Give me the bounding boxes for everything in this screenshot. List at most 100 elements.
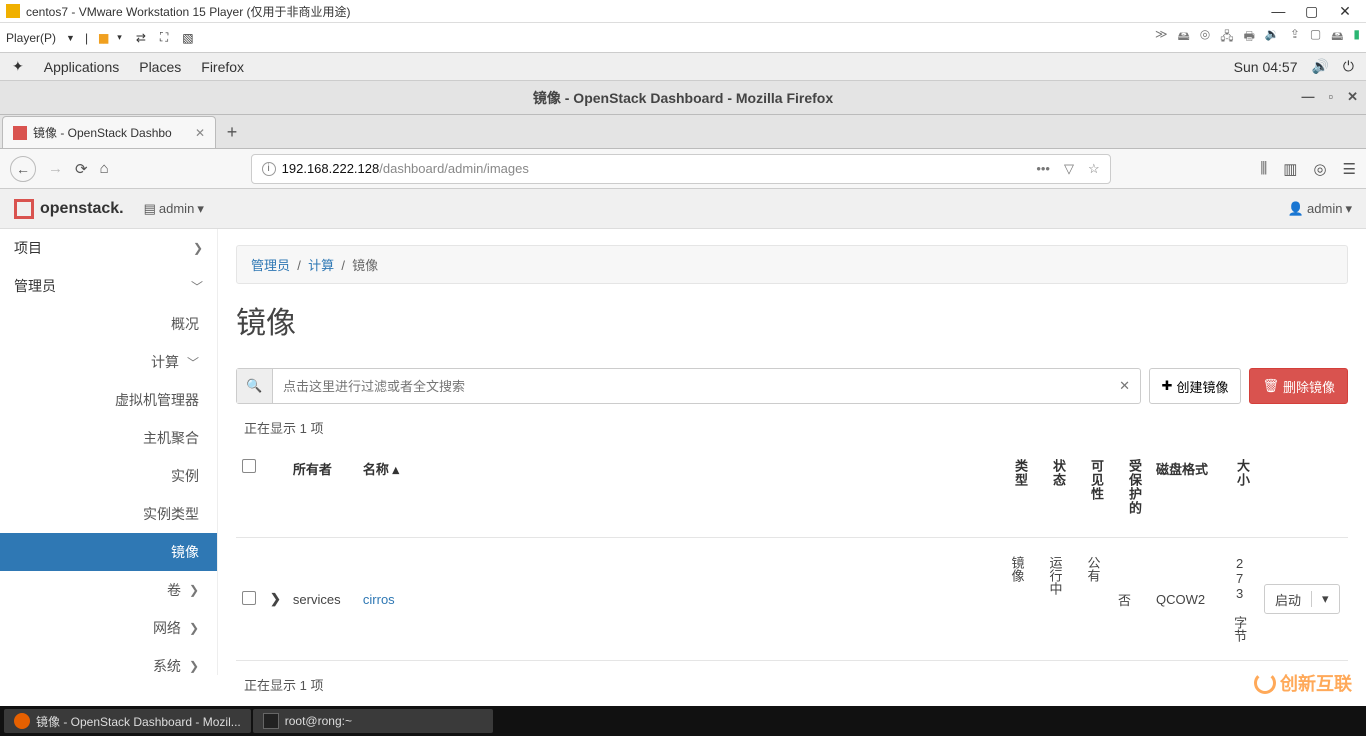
network-icon[interactable]: 🖧 [1220,27,1233,48]
activities-icon[interactable]: ✦ [12,58,24,75]
expand-row-icon[interactable]: ❯ [270,591,281,606]
create-image-button[interactable]: ✚ 创建镜像 [1149,368,1242,404]
clock[interactable]: Sun 04:57 [1234,59,1298,75]
col-name-label: 名称 [363,462,389,477]
chevron-right-icon: ❯ [193,241,203,255]
url-bar[interactable]: i 192.168.222.128/dashboard/admin/images… [251,154,1111,184]
usb-icon[interactable]: ⇪ [1290,27,1300,48]
reload-button[interactable]: ⟳ [75,160,88,178]
window-buttons: — ▢ ✕ [1263,3,1360,20]
sidebar-item-overview[interactable]: 概况 [0,305,217,343]
sidebar-item-compute[interactable]: 计算 ﹀ [0,343,217,381]
openstack-logo[interactable]: openstack. [14,199,124,219]
sidebar-item-admin[interactable]: 管理员 ﹀ [0,267,217,305]
menu-icon[interactable]: ☰ [1343,160,1356,178]
site-info-icon[interactable]: i [262,162,276,176]
openstack-mark-icon [14,199,34,219]
browser-tab[interactable]: 镜像 - OpenStack Dashbo ✕ [2,116,216,148]
col-type[interactable]: 类型 [998,443,1036,538]
places-menu[interactable]: Places [139,59,181,75]
sidebar-item-host-aggregates[interactable]: 主机聚合 [0,419,217,457]
applications-menu[interactable]: Applications [44,59,120,75]
power-icon[interactable]: ⏻ [1343,58,1354,75]
page-actions-icon[interactable]: ••• [1036,161,1050,177]
sidebar-label: 实例类型 [143,504,199,524]
taskbar-label: root@rong:~ [285,714,352,728]
close-button[interactable]: ✕ [1330,3,1360,20]
volume-icon[interactable]: 🔊 [1311,58,1328,75]
fullscreen-icon[interactable]: ⛶ [160,30,168,45]
firefox-menu[interactable]: Firefox [201,59,244,75]
project-dropdown[interactable]: ▤ admin ▾ [144,201,204,217]
library-icon[interactable]: ⫼ [1260,160,1267,178]
row-checkbox[interactable] [242,591,256,605]
user-dropdown[interactable]: 👤 admin ▾ [1288,201,1352,217]
ff-maximize-button[interactable]: ▫ [1328,89,1333,105]
chevron-down-icon: ﹀ [191,278,203,295]
col-size[interactable]: 大小 [1220,443,1258,538]
sidebar-item-instances[interactable]: 实例 [0,457,217,495]
hdd-icon[interactable]: 🖴 [1331,27,1343,48]
showing-count-top: 正在显示 1 项 [244,418,1348,437]
extension-icon[interactable]: ◎ [1313,160,1326,178]
col-disk-format[interactable]: 磁盘格式 [1150,443,1220,538]
send-keys-icon[interactable]: ⇄ [136,31,146,45]
sidebar-item-network[interactable]: 网络 ❯ [0,609,217,647]
sidebar-item-flavors[interactable]: 实例类型 [0,495,217,533]
button-label: 创建镜像 [1176,377,1228,396]
cd-icon[interactable]: ◎ [1200,27,1210,48]
sidebar-label: 虚拟机管理器 [115,390,199,410]
sidebar-label: 主机聚合 [143,428,199,448]
breadcrumb-compute[interactable]: 计算 [308,258,334,273]
clear-search-button[interactable]: ✕ [1110,369,1140,403]
pause-icon[interactable]: ▮▮ [98,31,107,45]
disk-icon[interactable]: 🖴 [1178,27,1190,48]
col-name[interactable]: 名称 ▴ [357,443,998,538]
bookmark-icon[interactable]: ☆ [1088,161,1100,177]
new-tab-button[interactable]: + [216,116,248,148]
sidebar-item-hypervisors[interactable]: 虚拟机管理器 [0,381,217,419]
vmware-icon [6,4,20,18]
search-box[interactable]: 🔍 ✕ [236,368,1141,404]
breadcrumb-admin[interactable]: 管理员 [251,258,290,273]
favicon-icon [13,126,27,140]
reader-icon[interactable]: ▽ [1064,161,1074,177]
player-menu[interactable]: Player(P) [6,31,56,45]
taskbar-item-terminal[interactable]: root@rong:~ [253,709,493,733]
toolbar-icon[interactable]: ≫ [1155,27,1168,48]
image-name-link[interactable]: cirros [363,592,395,607]
sidebar-item-images[interactable]: 镜像 [0,533,217,571]
forward-button[interactable]: → [48,160,63,177]
search-input[interactable] [273,369,1110,403]
tab-close-button[interactable]: ✕ [195,126,205,140]
minimize-button[interactable]: — [1263,3,1293,19]
cell-size: 273 字节 [1220,538,1258,661]
select-all-checkbox[interactable] [242,459,256,473]
col-owner[interactable]: 所有者 [287,443,357,538]
col-status[interactable]: 状态 [1036,443,1074,538]
row-action-dropdown[interactable]: 启动 ▾ [1264,584,1340,614]
sidebar-icon[interactable]: ▥ [1283,160,1297,178]
display-icon[interactable]: ▢ [1310,27,1321,48]
sidebar-item-volumes[interactable]: 卷 ❯ [0,571,217,609]
printer-icon[interactable]: 🖶 [1244,27,1255,48]
ff-close-button[interactable]: ✕ [1347,89,1358,105]
col-protected[interactable]: 受保护的 [1112,443,1150,538]
unity-icon[interactable]: ▧ [182,31,193,45]
sidebar-item-system[interactable]: 系统 ❯ [0,647,217,685]
col-visibility[interactable]: 可见性 [1074,443,1112,538]
domain-icon: ▤ [144,201,156,217]
home-button[interactable]: ⌂ [100,160,109,177]
chevron-down-icon: ▾ [1345,201,1352,217]
ff-minimize-button[interactable]: — [1301,89,1314,105]
taskbar-item-firefox[interactable]: 镜像 - OpenStack Dashboard - Mozil... [4,709,251,733]
gnome-topbar: ✦ Applications Places Firefox Sun 04:57 … [0,53,1366,81]
delete-image-button[interactable]: 🗑 删除镜像 [1249,368,1348,404]
maximize-button[interactable]: ▢ [1297,3,1327,20]
cell-status: 运行中 [1036,538,1074,661]
back-button[interactable]: ← [10,156,36,182]
sound-icon[interactable]: 🔉 [1265,27,1280,48]
sidebar-item-project[interactable]: 项目 ❯ [0,229,217,267]
main-content: 管理员 / 计算 / 镜像 镜像 🔍 ✕ ✚ 创建镜像 🗑 删除镜像 正在显示 … [218,229,1366,675]
user-icon: 👤 [1288,201,1304,217]
